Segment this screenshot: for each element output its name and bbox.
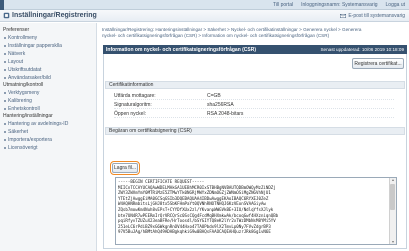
sidebar-section-management: Hantering/inställningar <box>3 113 53 119</box>
csr-line: 97V5BuJAg/hBMtAhQ49ADABgkqhkiG9w0BAQsFAA… <box>118 229 271 235</box>
info-value: sha256RSA <box>207 102 234 108</box>
csr-scrollbar[interactable] <box>389 178 396 244</box>
breadcrumb[interactable]: Inställningar/Registrering: Hanteringsin… <box>102 27 362 39</box>
info-row-signature-algorithm: Signaturalgoritm: sha256RSA <box>114 101 394 109</box>
sidebar-item-network[interactable]: Nätverk <box>0 50 96 58</box>
main-content: Inställningar/Registrering: Hanteringsin… <box>100 23 409 251</box>
info-key: Utfärda mottagare: <box>114 93 156 99</box>
panel-header: Information om nyckel- och certifikatsig… <box>103 45 407 54</box>
sidebar-item-paper-source[interactable]: Inställningar pappersklla <box>0 42 96 50</box>
sidebar-item-layout[interactable]: Layout <box>0 58 96 66</box>
logout-link[interactable]: Logga ut <box>386 2 405 8</box>
csr-text: -----BEGIN CERTIFICATE REQUEST----- MIICn… <box>118 179 386 235</box>
register-certificate-button[interactable]: Registrera certifikat... <box>352 58 404 69</box>
sidebar-item-device-control[interactable]: Enhetskontroll <box>0 105 96 113</box>
envelope-icon <box>340 14 347 18</box>
info-value: RSA 2048-bitars <box>207 111 244 117</box>
csr-header: Begäran om certifikatsignering (CSR) <box>105 127 405 135</box>
scroll-up-icon[interactable] <box>392 179 394 181</box>
settings-home-icon <box>3 12 10 19</box>
title-bar: Inställningar/Registrering E-post till s… <box>0 10 409 22</box>
last-updated: Senast uppdaterad: 10/06 2019 10:18:09 <box>320 47 404 52</box>
info-value: C=GB <box>207 93 221 99</box>
login-name-label: Inloggningsnamn: Systemansvarig <box>301 2 378 8</box>
certificate-info-header: Certifikatinformation <box>105 81 405 89</box>
sidebar-item-control-menu[interactable]: Kontrollmeny <box>0 34 96 42</box>
sidebar-section-output-control: Utmatning/kontroll <box>3 82 44 88</box>
sidebar-item-import-export[interactable]: Importera/exportera <box>0 136 96 144</box>
sidebar-item-security[interactable]: Säkerhet <box>0 128 96 136</box>
scroll-down-icon[interactable] <box>392 241 394 243</box>
panel-title: Information om nyckel- och certifikatsig… <box>106 47 257 53</box>
sidebar-item-license[interactable]: Licensöverigt <box>0 144 96 152</box>
sidebar-item-department-id[interactable]: Hantering av avdelnings-ID <box>0 120 96 128</box>
to-portal-link[interactable]: Till portal <box>273 2 293 8</box>
sidebar-item-calibration[interactable]: Kalibrering <box>0 97 96 105</box>
sidebar-item-print-output[interactable]: Utskriftsutdatat <box>0 66 96 74</box>
csr-textarea[interactable]: -----BEGIN CERTIFICATE REQUEST----- MIICn… <box>115 177 397 245</box>
top-bar: Till portal Inloggningsnamn: Systemansva… <box>0 0 409 10</box>
save-file-button[interactable]: Lagra fil... <box>110 161 140 175</box>
mail-admin-label[interactable]: E-post till systemansvarig <box>348 13 405 19</box>
info-key: Öppen nyckel: <box>114 111 146 117</box>
sidebar: Preferenser Kontrollmeny Inställningar p… <box>0 23 97 251</box>
info-row-issued-to: Utfärda mottagare: C=GB <box>114 92 394 100</box>
page-title: Inställningar/Registrering <box>12 12 97 19</box>
brand-stripe <box>0 0 4 10</box>
sidebar-item-user-settings[interactable]: Användarsaker/bild <box>0 74 96 82</box>
info-key: Signaturalgoritm: <box>114 102 152 108</box>
sidebar-section-preferences: Preferenser <box>3 27 30 33</box>
mail-admin-link[interactable]: E-post till systemansvarig <box>340 13 405 19</box>
top-bar-links: Till portal Inloggningsnamn: Systemansva… <box>273 2 405 8</box>
info-row-public-key: Öppen nyckel: RSA 2048-bitars <box>114 110 394 118</box>
sidebar-item-tools-menu[interactable]: Verktygsmeny <box>0 89 96 97</box>
scroll-thumb[interactable] <box>390 184 395 210</box>
